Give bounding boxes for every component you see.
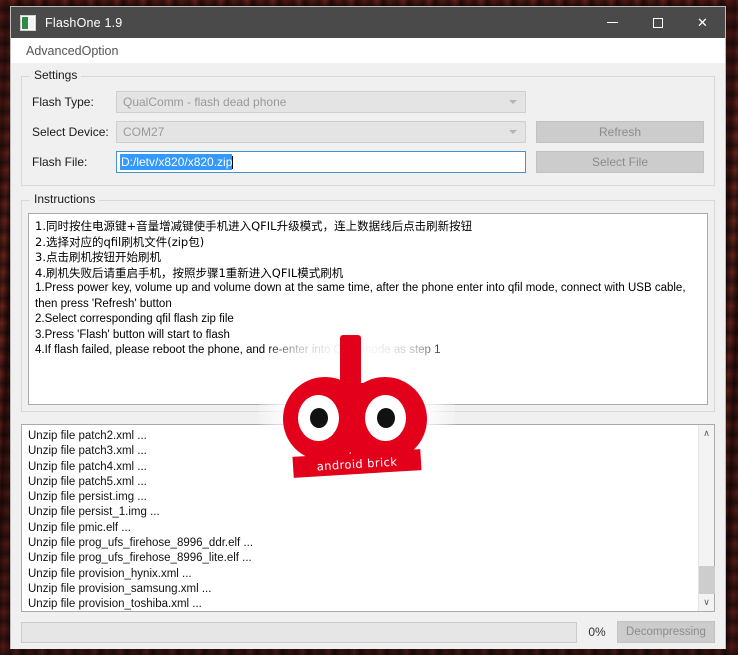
flash-file-label: Flash File: bbox=[32, 155, 116, 169]
flash-type-value: QualComm - flash dead phone bbox=[123, 95, 286, 109]
minimize-icon bbox=[607, 22, 618, 23]
instructions-group-frame: 1.同时按住电源键+音量增减键使手机进入QFIL升级模式，连上数据线后点击刷新按… bbox=[21, 200, 715, 412]
instruction-line: 1.Press power key, volume up and volume … bbox=[35, 281, 701, 312]
close-icon: ✕ bbox=[697, 15, 708, 31]
settings-group-title: Settings bbox=[30, 68, 81, 82]
scrollbar-thumb[interactable] bbox=[699, 566, 715, 594]
instruction-line: 4.If flash failed, please reboot the pho… bbox=[35, 343, 701, 359]
instruction-line: 3.Press 'Flash' button will start to fla… bbox=[35, 328, 701, 344]
flash-type-label: Flash Type: bbox=[32, 95, 116, 109]
select-device-label: Select Device: bbox=[32, 125, 116, 139]
instruction-line: 2.选择对应的qfil刷机文件(zip包) bbox=[35, 235, 701, 251]
progress-bar bbox=[21, 622, 577, 643]
window-controls: ✕ bbox=[590, 7, 725, 38]
log-textarea[interactable]: Unzip file patch2.xml ... Unzip file pat… bbox=[22, 425, 698, 611]
close-button[interactable]: ✕ bbox=[680, 7, 725, 38]
flash-file-value: D:/letv/x820/x820.zip bbox=[120, 154, 232, 170]
title-bar: FlashOne 1.9 ✕ bbox=[11, 7, 725, 38]
log-line: Unzip file prog_ufs_firehose_8996_ddr.el… bbox=[28, 536, 694, 551]
refresh-button[interactable]: Refresh bbox=[536, 121, 704, 143]
log-line: Unzip file persist_1.img ... bbox=[28, 505, 694, 520]
flash-type-row: Flash Type: QualComm - flash dead phone bbox=[32, 91, 704, 113]
scroll-up-icon[interactable]: ∧ bbox=[699, 425, 715, 442]
application-window: FlashOne 1.9 ✕ AdvancedOption Settings F… bbox=[10, 6, 726, 649]
scroll-down-icon[interactable]: ∨ bbox=[699, 594, 715, 611]
decompressing-button[interactable]: Decompressing bbox=[617, 621, 715, 643]
log-panel: Unzip file patch2.xml ... Unzip file pat… bbox=[21, 424, 715, 612]
instruction-line: 4.刷机失败后请重启手机，按照步骤1重新进入QFIL模式刷机 bbox=[35, 266, 701, 282]
instruction-line: 1.同时按住电源键+音量增减键使手机进入QFIL升级模式，连上数据线后点击刷新按… bbox=[35, 219, 701, 235]
client-area: Settings Flash Type: QualComm - flash de… bbox=[11, 64, 725, 649]
log-group: Unzip file patch2.xml ... Unzip file pat… bbox=[21, 424, 715, 612]
instructions-group-title: Instructions bbox=[30, 192, 99, 206]
app-logo-icon bbox=[20, 15, 36, 31]
log-line: Unzip file prog_ufs_firehose_8996_lite.e… bbox=[28, 551, 694, 566]
status-bar: 0% Decompressing bbox=[21, 621, 715, 643]
instruction-line: 2.Select corresponding qfil flash zip fi… bbox=[35, 312, 701, 328]
select-device-select[interactable]: COM27 bbox=[116, 121, 526, 143]
instructions-group: Instructions 1.同时按住电源键+音量增减键使手机进入QFIL升级模… bbox=[21, 200, 715, 412]
settings-group: Settings Flash Type: QualComm - flash de… bbox=[21, 76, 715, 186]
flash-file-row: Flash File: D:/letv/x820/x820.zip Select… bbox=[32, 151, 704, 173]
chevron-down-icon bbox=[509, 130, 517, 134]
log-line: Unzip file persist.img ... bbox=[28, 490, 694, 505]
log-line: Unzip file patch2.xml ... bbox=[28, 429, 694, 444]
select-device-row: Select Device: COM27 Refresh bbox=[32, 121, 704, 143]
log-line: Unzip file provision_toshiba.xml ... bbox=[28, 597, 694, 611]
log-line: Unzip file provision_hynix.xml ... bbox=[28, 567, 694, 582]
text-caret bbox=[232, 156, 233, 169]
log-scrollbar[interactable]: ∧ ∨ bbox=[698, 425, 714, 611]
log-line: Unzip file pmic.elf ... bbox=[28, 521, 694, 536]
settings-group-frame: Flash Type: QualComm - flash dead phone … bbox=[21, 76, 715, 186]
log-line: Unzip file provision_samsung.xml ... bbox=[28, 582, 694, 597]
maximize-button[interactable] bbox=[635, 7, 680, 38]
instructions-textarea[interactable]: 1.同时按住电源键+音量增减键使手机进入QFIL升级模式，连上数据线后点击刷新按… bbox=[28, 213, 708, 405]
scrollbar-track[interactable] bbox=[699, 442, 715, 594]
log-line: Unzip file patch3.xml ... bbox=[28, 444, 694, 459]
maximize-icon bbox=[653, 18, 663, 28]
flash-file-input[interactable]: D:/letv/x820/x820.zip bbox=[116, 151, 526, 173]
log-line: Unzip file patch4.xml ... bbox=[28, 460, 694, 475]
menu-bar: AdvancedOption bbox=[11, 38, 725, 64]
flash-type-select[interactable]: QualComm - flash dead phone bbox=[116, 91, 526, 113]
chevron-down-icon bbox=[509, 100, 517, 104]
window-title: FlashOne 1.9 bbox=[45, 16, 122, 30]
select-file-button[interactable]: Select File bbox=[536, 151, 704, 173]
instruction-line: 3.点击刷机按钮开始刷机 bbox=[35, 250, 701, 266]
select-device-value: COM27 bbox=[123, 125, 164, 139]
minimize-button[interactable] bbox=[590, 7, 635, 38]
menu-item-advanced-option[interactable]: AdvancedOption bbox=[18, 42, 126, 60]
log-line: Unzip file patch5.xml ... bbox=[28, 475, 694, 490]
progress-percent-label: 0% bbox=[577, 625, 617, 639]
